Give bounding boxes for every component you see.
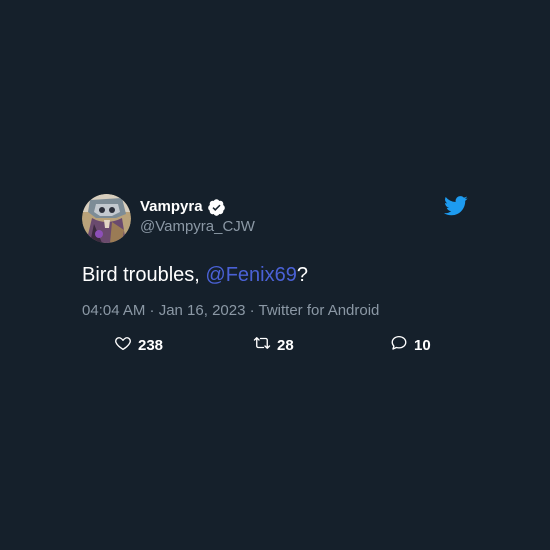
reply-bubble-icon (390, 334, 408, 357)
tweet-text-suffix: ? (296, 264, 308, 286)
verified-badge-icon (207, 198, 226, 217)
heart-icon (114, 334, 132, 357)
mention-link[interactable]: @Fenix69 (205, 264, 296, 286)
tweet-text-prefix: Bird troubles, (82, 264, 206, 286)
name-row: Vampyra (140, 197, 255, 217)
user-handle[interactable]: @Vampyra_CJW (140, 217, 255, 237)
reply-button[interactable]: 10 (390, 334, 431, 356)
tweet-card: Vampyra @Vampyra_CJW Bird troubles, @Fen… (82, 192, 468, 354)
avatar-image (82, 194, 131, 243)
retweet-count: 28 (277, 336, 294, 354)
twitter-bird-icon[interactable] (444, 196, 468, 216)
tweet-header: Vampyra @Vampyra_CJW (82, 192, 468, 244)
tweet-actions: 238 28 10 (82, 334, 468, 356)
retweet-button[interactable]: 28 (253, 334, 294, 356)
tweet-timestamp[interactable]: 04:04 AM · Jan 16, 2023 · Twitter for An… (82, 301, 468, 321)
name-block: Vampyra @Vampyra_CJW (140, 197, 255, 237)
display-name[interactable]: Vampyra (140, 197, 203, 217)
retweet-icon (253, 334, 271, 357)
like-count: 238 (138, 336, 164, 354)
like-button[interactable]: 238 (114, 334, 163, 356)
avatar[interactable] (82, 194, 131, 243)
reply-count: 10 (414, 336, 431, 354)
tweet-text: Bird troubles, @Fenix69? (82, 261, 468, 289)
